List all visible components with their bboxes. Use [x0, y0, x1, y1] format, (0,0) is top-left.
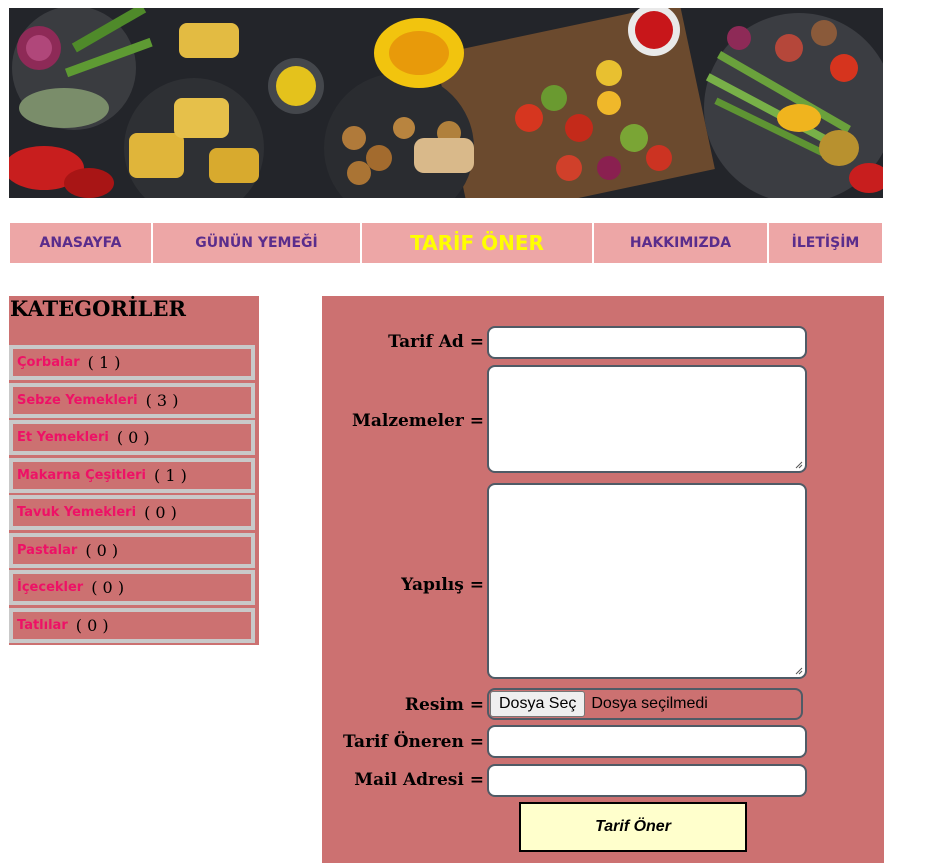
category-count: ( 1 ): [154, 465, 187, 485]
main-nav: ANASAYFA GÜNÜN YEMEĞİ TARİF ÖNER HAKKIMI…: [9, 222, 883, 266]
suggester-label: Tarif Öneren =: [343, 732, 484, 752]
nav-item-iletisim[interactable]: İLETİŞİM: [768, 222, 883, 264]
category-item: Et Yemekleri ( 0 ): [9, 420, 255, 455]
submit-recipe-button[interactable]: Tarif Öner: [519, 802, 747, 852]
sidebar-title: KATEGORİLER: [10, 296, 186, 321]
email-input[interactable]: [487, 764, 807, 797]
nav-item-hakkimizda[interactable]: HAKKIMIZDA: [593, 222, 768, 264]
preparation-textarea[interactable]: [487, 483, 807, 679]
resize-grip-icon[interactable]: [795, 667, 803, 675]
category-item: Çorbalar ( 1 ): [9, 345, 255, 380]
ingredients-label: Malzemeler =: [352, 411, 484, 431]
category-count: ( 3 ): [145, 390, 179, 410]
category-item: Tatlılar ( 0 ): [9, 607, 255, 643]
category-count: ( 0 ): [116, 428, 150, 447]
category-link[interactable]: Makarna Çeşitleri: [17, 468, 146, 483]
category-link[interactable]: Tatlılar: [17, 618, 68, 633]
category-list: Çorbalar ( 1 ) Sebze Yemekleri ( 3 ) Et …: [9, 345, 255, 645]
category-item: Sebze Yemekleri ( 3 ): [9, 382, 255, 418]
category-link[interactable]: İçecekler: [17, 580, 83, 595]
category-count: ( 0 ): [85, 540, 119, 560]
category-count: ( 1 ): [87, 353, 121, 372]
email-label: Mail Adresi =: [354, 770, 484, 790]
choose-file-button[interactable]: Dosya Seç: [490, 691, 586, 717]
resize-grip-icon[interactable]: [795, 461, 803, 469]
category-link[interactable]: Et Yemekleri: [17, 430, 109, 445]
category-count: ( 0 ): [91, 578, 125, 597]
recipe-name-input[interactable]: [487, 326, 807, 359]
image-label: Resim =: [404, 695, 484, 715]
category-count: ( 0 ): [144, 503, 177, 522]
recipe-name-label: Tarif Ad =: [388, 332, 484, 352]
category-sidebar: KATEGORİLER Çorbalar ( 1 ) Sebze Yemekle…: [9, 296, 259, 645]
category-link[interactable]: Çorbalar: [17, 355, 80, 370]
category-item: İçecekler ( 0 ): [9, 570, 255, 605]
nav-item-anasayfa[interactable]: ANASAYFA: [9, 222, 152, 264]
category-count: ( 0 ): [75, 615, 109, 635]
category-item: Pastalar ( 0 ): [9, 532, 255, 568]
category-link[interactable]: Sebze Yemekleri: [17, 393, 138, 408]
nav-item-gunun-yemegi[interactable]: GÜNÜN YEMEĞİ: [152, 222, 361, 264]
recipe-suggest-form: Tarif Ad = Malzemeler = Yapılış = Resim …: [322, 296, 884, 863]
image-file-input[interactable]: Dosya Seç Dosya seçilmedi: [487, 688, 803, 720]
suggester-input[interactable]: [487, 725, 807, 758]
nav-item-tarif-oner[interactable]: TARİF ÖNER: [361, 222, 593, 264]
category-item: Makarna Çeşitleri ( 1 ): [9, 457, 255, 493]
category-item: Tavuk Yemekleri ( 0 ): [9, 495, 255, 530]
header-banner-image: [9, 8, 883, 198]
preparation-label: Yapılış =: [401, 575, 484, 595]
category-link[interactable]: Tavuk Yemekleri: [17, 505, 136, 520]
category-link[interactable]: Pastalar: [17, 543, 77, 558]
file-status: Dosya seçilmedi: [591, 695, 708, 712]
ingredients-textarea[interactable]: [487, 365, 807, 473]
